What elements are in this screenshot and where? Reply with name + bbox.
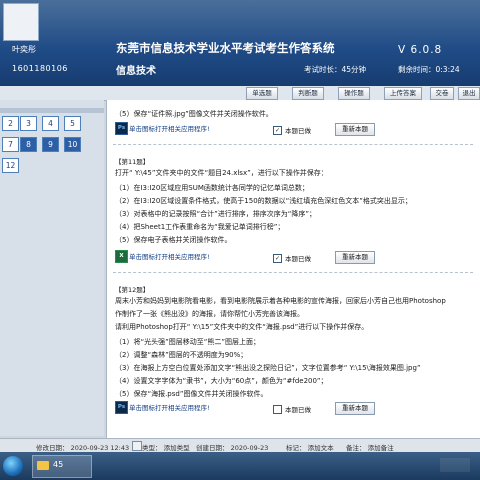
- single-choice-button[interactable]: 单选题: [246, 87, 278, 100]
- done-label: 本题已做: [285, 255, 311, 263]
- done-checkbox[interactable]: ✓: [273, 254, 282, 263]
- question-button-12[interactable]: 12: [2, 158, 19, 173]
- question-12-intro-1: 周末小芳和妈妈到电影院看电影，看到电影院展示着各种电影的宣传海报，回家后小芳自己…: [115, 297, 446, 305]
- subject-title: 信息技术: [116, 66, 156, 77]
- question-button-8[interactable]: 8: [20, 137, 37, 152]
- question-button-7[interactable]: 7: [2, 137, 19, 152]
- system-tray: [440, 458, 470, 472]
- question-panel: （5）保存“证件照.jpg”图像文件并关闭操作软件。 Ps 单击图标打开相关应用…: [106, 100, 480, 438]
- question-12-intro-2: 作制作了一张《熊出没》的海报，请你帮忙小芳完善该海报。: [115, 310, 304, 318]
- taskbar-folder-item[interactable]: 45: [32, 455, 92, 478]
- done-checkbox[interactable]: ✓: [273, 126, 282, 135]
- question-11-step-3: （3）对表格中的记录按照“合计”进行排序，排序次序为“降序”；: [115, 210, 316, 218]
- toolbar: 单选题 判断题 操作题 上传答案 交卷 退出: [0, 86, 480, 101]
- start-button[interactable]: [3, 456, 23, 476]
- type-icon: [132, 441, 142, 451]
- question-nav-header: [0, 108, 104, 113]
- app-header: 叶奕彤 1601180106 东莞市信息技术学业水平考试考生作答系统 信息技术 …: [0, 0, 480, 90]
- open-app-link[interactable]: 单击图标打开相关应用程序!: [129, 251, 210, 261]
- question-11-step-2: （2）在I3:I20区域设置条件格式，使高于150的数据以“浅红填充色深红色文本…: [115, 197, 412, 205]
- question-12-step-2: （2）调整“森林”图层的不透明度为90%；: [115, 351, 248, 359]
- question-12-title: 【第12题】: [115, 286, 150, 294]
- student-name: 叶奕彤: [12, 45, 36, 54]
- question-11-step-4: （4）把Sheet1工作表重命名为“我爱记单词排行榜”；: [115, 223, 285, 231]
- tag-field: 标记： 添加文本: [286, 444, 334, 452]
- open-app-link[interactable]: 单击图标打开相关应用程序!: [129, 123, 210, 133]
- question-11-step-1: （1）在I3:I20区域应用SUM函数统计各同学的记忆单词总数；: [115, 184, 309, 192]
- question-12-intro-3: 请利用Photoshop打开“ Y:\15”文件夹中的文件“海报.psd”进行以…: [115, 323, 369, 331]
- note-field: 备注： 添加备注: [346, 444, 394, 452]
- excel-icon[interactable]: X: [115, 250, 128, 263]
- file-type: 类型： 添加类型: [142, 444, 190, 452]
- prev-question-step: （5）保存“证件照.jpg”图像文件并关闭操作软件。: [115, 110, 273, 118]
- question-12-step-3: （3）在海报上方空白位置处添加文字“熊出没之探险日记”，文字位置参考“ Y:\1…: [115, 364, 421, 372]
- redo-button[interactable]: 重新本题: [335, 251, 375, 264]
- question-12-step-1: （1）将“光头强”图层移动至“熊二”图层上面；: [115, 338, 260, 346]
- version-label: V 6.0.8: [398, 44, 443, 56]
- modified-date: 修改日期： 2020-09-23 12:43: [36, 444, 130, 452]
- question-11-title: 【第11题】: [115, 158, 150, 166]
- remaining-time: 剩余时间：0:3:24: [398, 65, 460, 74]
- folder-icon: [37, 461, 49, 470]
- redo-button[interactable]: 重新本题: [335, 402, 375, 415]
- exit-button[interactable]: 退出: [458, 87, 480, 100]
- question-button-10[interactable]: 10: [64, 137, 81, 152]
- taskbar-folder-label: 45: [53, 460, 64, 469]
- taskbar: 45: [0, 452, 480, 480]
- question-11-step-5: （5）保存电子表格并关闭操作软件。: [115, 236, 232, 244]
- exam-duration: 考试时长：45分钟: [304, 65, 367, 74]
- question-12-step-5: （5）保存“海报.psd”图像文件并关闭操作软件。: [115, 390, 268, 398]
- student-avatar: [3, 3, 39, 41]
- question-button-4[interactable]: 4: [42, 116, 59, 131]
- question-divider: [113, 272, 473, 273]
- status-bar: 修改日期： 2020-09-23 12:43 类型： 添加类型 创建日期： 20…: [0, 438, 480, 452]
- question-button-5[interactable]: 5: [64, 116, 81, 131]
- question-12-step-4: （4）设置文字字体为“隶书”，大小为“60点”，颜色为“#fde200”；: [115, 377, 328, 385]
- created-date: 创建日期： 2020-09-23: [196, 444, 269, 452]
- student-id: 1601180106: [12, 64, 68, 73]
- photoshop-icon[interactable]: Ps: [115, 122, 128, 135]
- operation-button[interactable]: 操作题: [338, 87, 370, 100]
- photoshop-icon[interactable]: Ps: [115, 401, 128, 414]
- done-label: 本题已做: [285, 127, 311, 135]
- open-app-link[interactable]: 单击图标打开相关应用程序!: [129, 402, 210, 412]
- upload-answer-button[interactable]: 上传答案: [384, 87, 422, 100]
- question-button-9[interactable]: 9: [42, 137, 59, 152]
- done-label: 本题已做: [285, 406, 311, 414]
- question-navigator: 2 3 4 5 7 8 9 10 12: [0, 100, 104, 436]
- submit-button[interactable]: 交卷: [430, 87, 454, 100]
- question-button-3[interactable]: 3: [20, 116, 37, 131]
- system-title: 东莞市信息技术学业水平考试考生作答系统: [116, 41, 335, 55]
- question-divider: [113, 144, 473, 145]
- question-button-2[interactable]: 2: [2, 116, 19, 131]
- done-checkbox[interactable]: [273, 405, 282, 414]
- question-11-intro: 打开“ Y:\45”文件夹中的文件“题目24.xlsx”，进行以下操作并保存：: [115, 169, 328, 177]
- redo-button[interactable]: 重新本题: [335, 123, 375, 136]
- true-false-button[interactable]: 判断题: [292, 87, 324, 100]
